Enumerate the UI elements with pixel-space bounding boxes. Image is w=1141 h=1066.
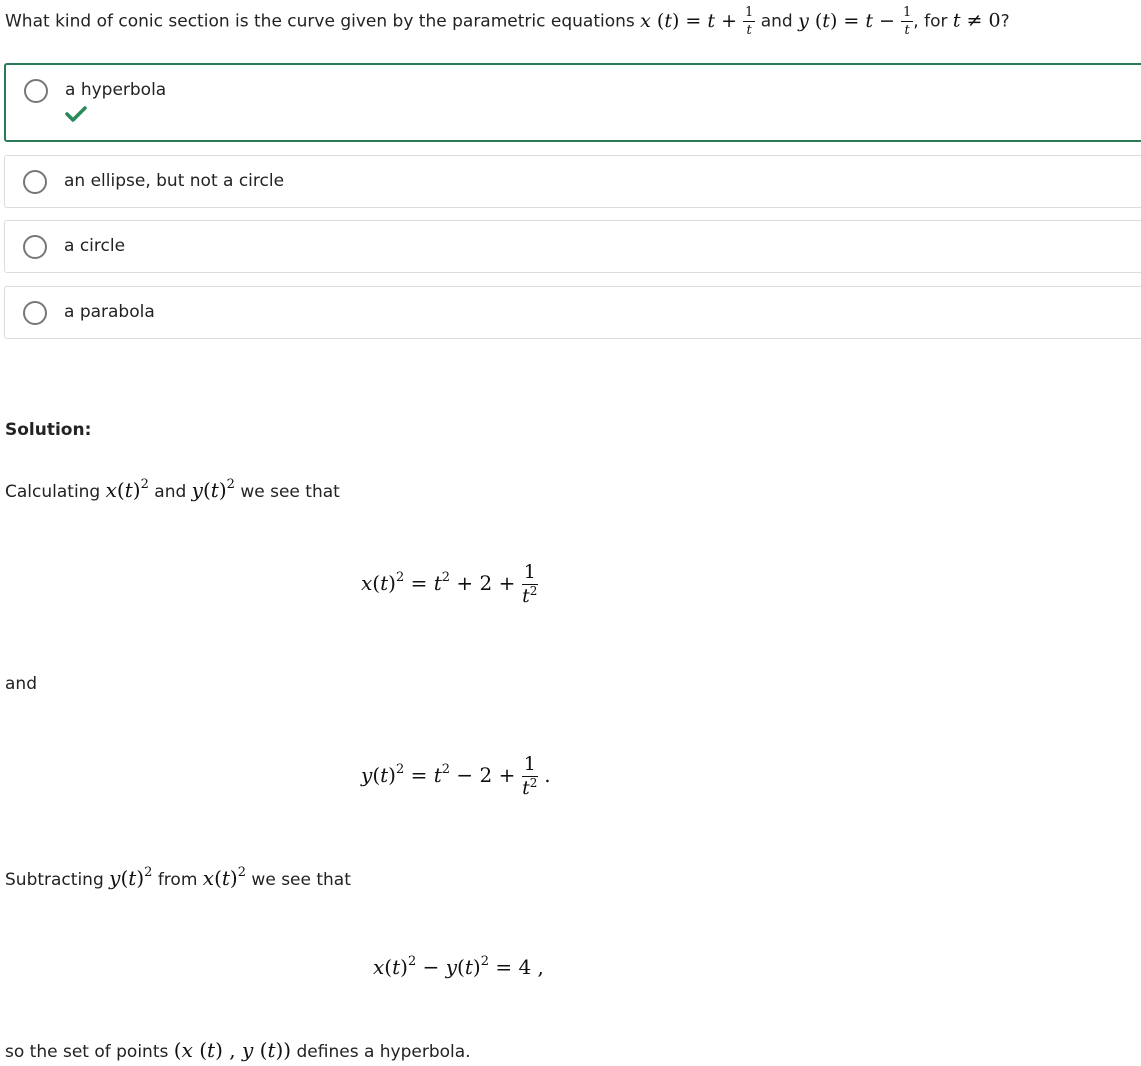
equation-difference: x(t)2 − y(t)2 = 4 , — [373, 954, 544, 979]
option-label: a hyperbola — [65, 80, 167, 100]
solution-line-1: Calculating x(t)2 and y(t)2 we see that — [5, 477, 340, 502]
radio-icon[interactable] — [24, 79, 48, 103]
equation-x-squared: x(t)2 = t2 + 2 + 1 t2 — [361, 561, 538, 607]
radio-icon[interactable] — [23, 235, 47, 259]
and-word: and — [5, 674, 37, 694]
equation-y-squared: y(t)2 = t2 − 2 + 1 t2 . — [361, 753, 551, 799]
option-hyperbola[interactable]: a hyperbola — [4, 63, 1141, 142]
solution-heading: Solution: — [5, 420, 92, 440]
option-label: a circle — [64, 236, 126, 256]
option-ellipse[interactable]: an ellipse, but not a circle — [4, 155, 1141, 208]
solution-line-2: Subtracting y(t)2 from x(t)2 we see that — [5, 865, 351, 890]
option-circle[interactable]: a circle — [4, 220, 1141, 273]
solution-conclusion: so the set of points (x (t) , y (t)) def… — [5, 1038, 471, 1062]
radio-icon[interactable] — [23, 170, 47, 194]
option-label: an ellipse, but not a circle — [64, 171, 285, 191]
option-label: a parabola — [64, 302, 155, 322]
radio-icon[interactable] — [23, 301, 47, 325]
check-icon — [65, 106, 87, 122]
question-text: What kind of conic section is the curve … — [5, 5, 1010, 38]
option-parabola[interactable]: a parabola — [4, 286, 1141, 339]
